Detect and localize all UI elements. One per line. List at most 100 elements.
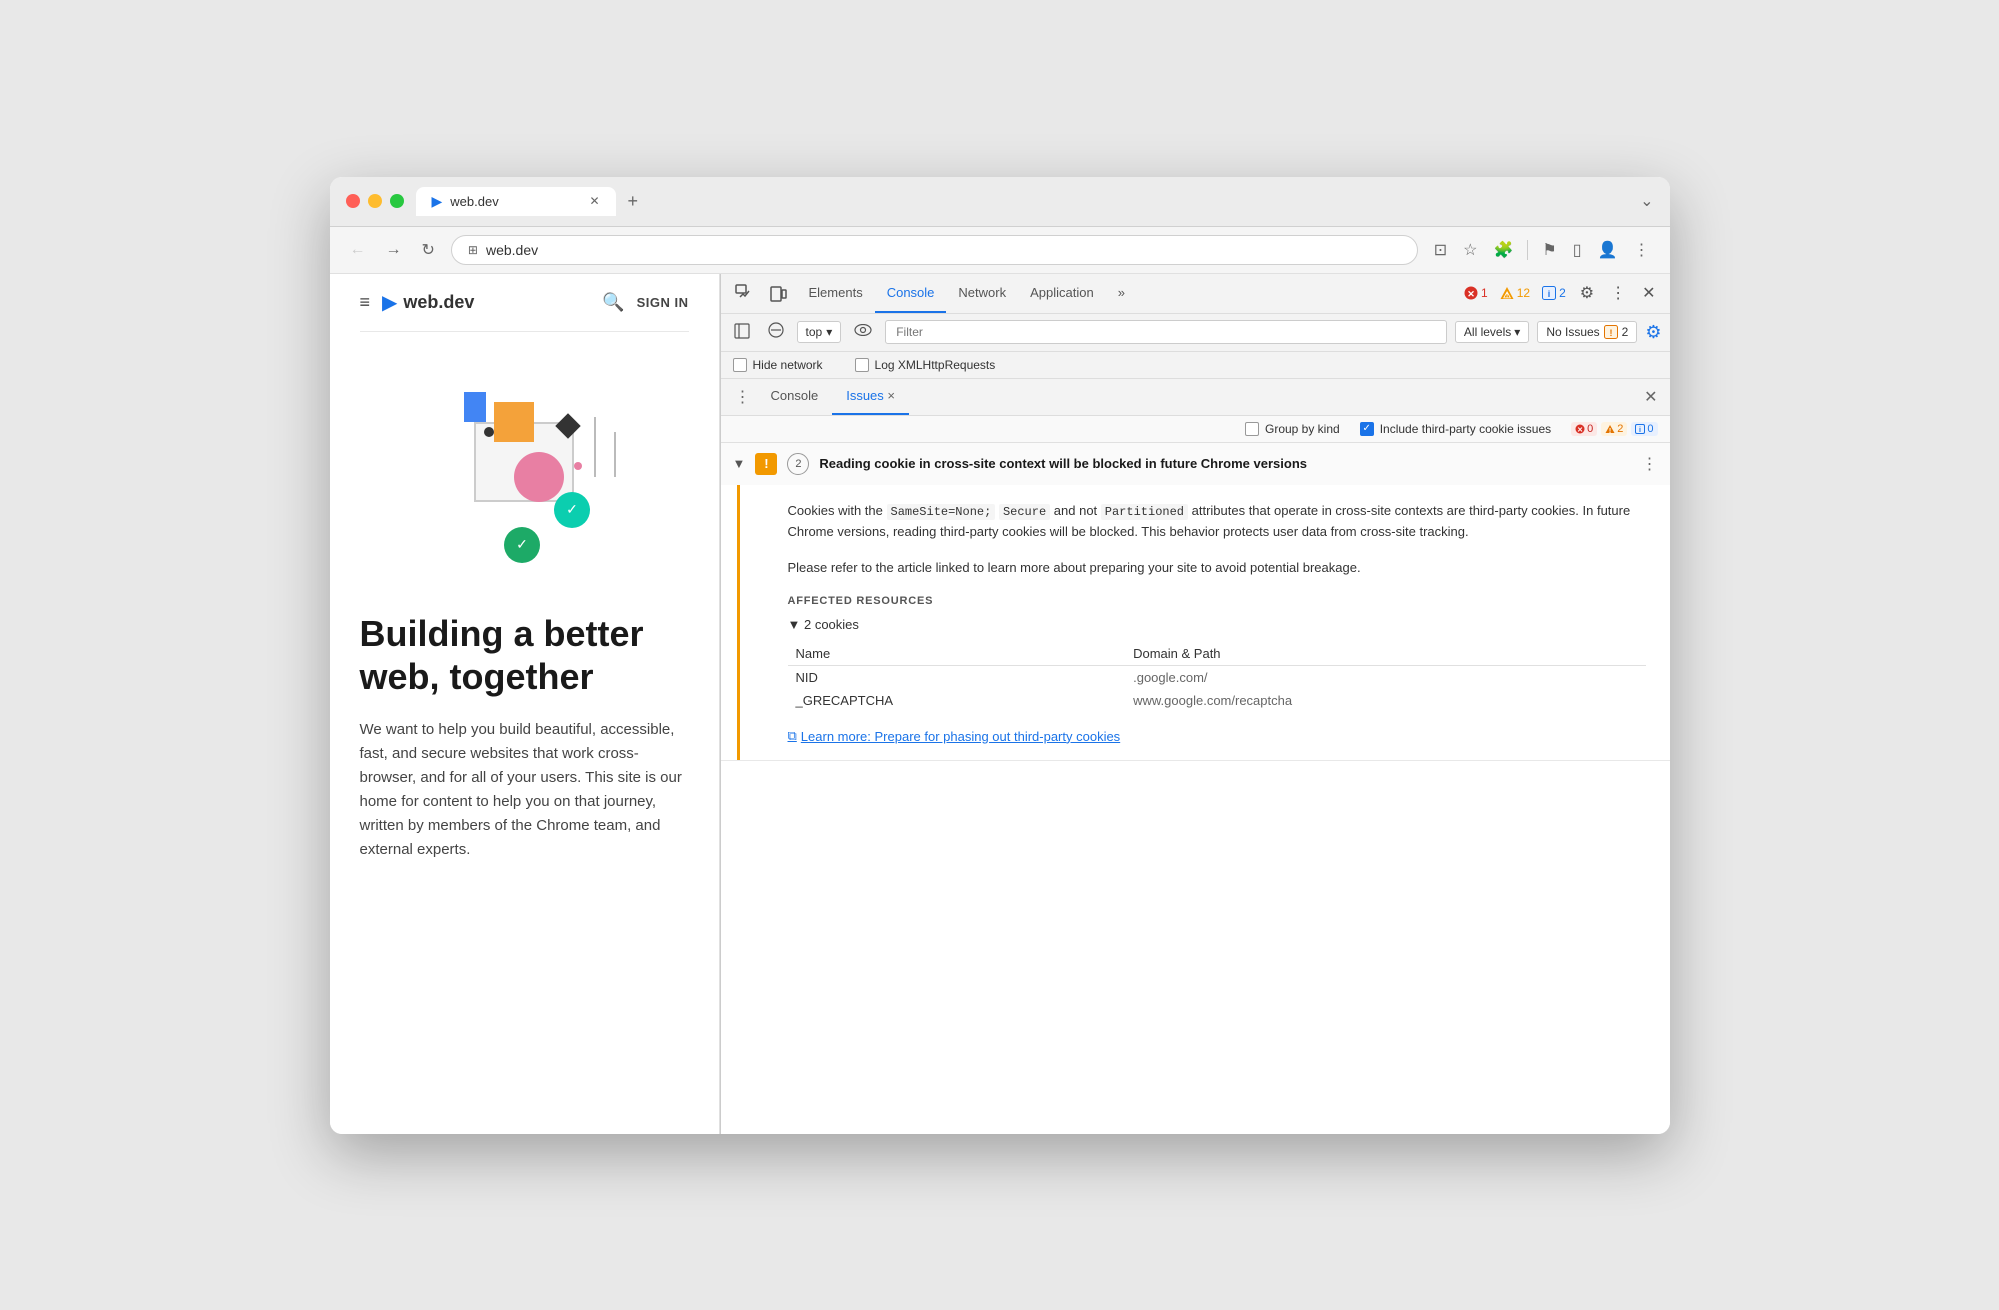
illus-dot-pink <box>574 462 582 470</box>
cookies-table: Name Domain & Path NID .google.com/ _GRE… <box>788 642 1646 712</box>
cookie-row-nid: NID .google.com/ <box>788 666 1646 690</box>
issues-issues-tab[interactable]: Issues × <box>832 379 909 415</box>
logo-icon: ▶ <box>382 290 397 315</box>
sign-in-button[interactable]: SIGN IN <box>637 295 689 310</box>
learn-more-link[interactable]: ⧉ Learn more: Prepare for phasing out th… <box>788 728 1646 744</box>
devtools-close-icon[interactable]: ✕ <box>1636 279 1661 307</box>
close-button[interactable] <box>346 194 360 208</box>
issues-counter[interactable]: No Issues ! 2 <box>1537 321 1637 343</box>
console-settings-icon[interactable]: ⚙ <box>1645 322 1661 343</box>
illus-orange-square <box>494 402 534 442</box>
console-clear-icon[interactable] <box>763 319 789 345</box>
reload-button[interactable]: ↻ <box>418 236 439 264</box>
tab-close-button[interactable]: ✕ <box>589 194 599 208</box>
performance-icon[interactable]: ⚑ <box>1538 236 1560 264</box>
devtools-settings-icon[interactable]: ⚙ <box>1574 279 1600 307</box>
new-tab-button[interactable]: + <box>620 189 647 214</box>
forward-button[interactable]: → <box>382 237 406 263</box>
code-secure: Secure <box>999 504 1050 520</box>
devtools-panel: Elements Console Network Application » <box>720 274 1670 1134</box>
cookie-grecaptcha-name: _GRECAPTCHA <box>788 689 1126 712</box>
issue-entry: ▼ ! 2 Reading cookie in cross-site conte… <box>721 443 1670 762</box>
live-expressions-icon[interactable] <box>849 320 877 344</box>
address-bar[interactable]: ⊞ web.dev <box>451 235 1418 265</box>
tab-more[interactable]: » <box>1106 273 1137 313</box>
illus-dot-black <box>484 427 494 437</box>
issue-expand-arrow[interactable]: ▼ <box>733 456 746 471</box>
context-selector[interactable]: top ▾ <box>797 321 842 343</box>
profile-icon[interactable]: 👤 <box>1594 236 1622 264</box>
navigation-bar: ← → ↻ ⊞ web.dev ⊡ ☆ 🧩 ⚑ ▯ 👤 ⋮ <box>330 227 1670 274</box>
warning-badge[interactable]: ⚠ 12 <box>1496 284 1534 302</box>
site-logo[interactable]: ▶ web.dev <box>382 290 474 315</box>
illus-green-circle: ✓ <box>504 527 540 563</box>
issue-count-badge: 2 <box>787 453 809 475</box>
issue-warning-icon: ! <box>755 453 777 475</box>
cast-icon[interactable]: ⊡ <box>1430 236 1451 264</box>
cookie-nid-domain: .google.com/ <box>1125 666 1645 690</box>
device-toggle-icon[interactable] <box>763 280 793 306</box>
error-mini-badge: ✕ 0 <box>1571 422 1597 436</box>
include-third-party-checkbox[interactable]: ✓ Include third-party cookie issues <box>1360 422 1551 436</box>
browser-menu-icon[interactable]: ⋮ <box>1630 236 1654 264</box>
log-levels-selector[interactable]: All levels ▾ <box>1455 321 1529 343</box>
bookmark-icon[interactable]: ☆ <box>1459 236 1481 264</box>
nav-actions: ⊡ ☆ 🧩 ⚑ ▯ 👤 ⋮ <box>1430 236 1654 264</box>
log-xmlhttprequests-checkbox[interactable]: Log XMLHttpRequests <box>855 358 996 372</box>
active-tab[interactable]: ▶ web.dev ✕ <box>416 187 616 216</box>
error-badge[interactable]: ✕ 1 <box>1460 284 1492 302</box>
tab-network[interactable]: Network <box>946 273 1018 313</box>
tab-elements[interactable]: Elements <box>797 273 875 313</box>
group-by-kind-checkbox[interactable]: Group by kind <box>1245 422 1340 436</box>
log-xml-checkbox-input[interactable] <box>855 358 869 372</box>
issue-description: Cookies with the SameSite=None; Secure a… <box>788 501 1646 543</box>
issues-mini-badges: ✕ 0 ! 2 i 0 <box>1571 422 1657 436</box>
include-third-party-input[interactable]: ✓ <box>1360 422 1374 436</box>
window-chevron[interactable]: ⌄ <box>1640 191 1653 211</box>
code-samesite: SameSite=None; <box>887 504 996 520</box>
hide-network-checkbox-input[interactable] <box>733 358 747 372</box>
info-mini-badge: i 0 <box>1631 422 1657 436</box>
extensions-icon[interactable]: 🧩 <box>1490 236 1518 264</box>
devtools-more-icon[interactable]: ⋮ <box>1604 279 1632 307</box>
console-sidebar-icon[interactable] <box>729 320 755 345</box>
cookie-nid-name: NID <box>788 666 1126 690</box>
console-filter-input[interactable] <box>885 320 1447 344</box>
hamburger-menu[interactable]: ≡ <box>360 292 371 313</box>
tab-application[interactable]: Application <box>1018 273 1106 313</box>
minimize-button[interactable] <box>368 194 382 208</box>
svg-text:i: i <box>1548 289 1551 299</box>
illus-line-v2 <box>614 432 616 477</box>
cookies-toggle[interactable]: ▼ 2 cookies <box>788 617 1646 632</box>
main-area: ≡ ▶ web.dev 🔍 SIGN IN ✓ ✓ <box>330 274 1670 1134</box>
sidebar-toggle-icon[interactable]: ▯ <box>1569 236 1586 264</box>
tab-console[interactable]: Console <box>875 273 947 313</box>
svg-text:!: ! <box>1609 428 1611 434</box>
illus-teal-circle: ✓ <box>554 492 590 528</box>
issue-body: Cookies with the SameSite=None; Secure a… <box>737 485 1670 761</box>
info-badge[interactable]: i 2 <box>1538 284 1570 302</box>
svg-text:!: ! <box>1609 328 1612 338</box>
issue-more-icon[interactable]: ⋮ <box>1642 454 1658 474</box>
warning-mini-badge: ! 2 <box>1601 422 1627 436</box>
issues-more-icon[interactable]: ⋮ <box>729 379 757 415</box>
col-name-header: Name <box>788 642 1126 666</box>
svg-text:✕: ✕ <box>1467 289 1475 299</box>
tab-favicon: ▶ <box>432 193 443 210</box>
issues-tabbar: ⋮ Console Issues × ✕ <box>721 379 1670 416</box>
divider <box>1527 240 1528 260</box>
address-text: web.dev <box>486 242 538 258</box>
issues-panel-close-icon[interactable]: ✕ <box>1640 383 1661 411</box>
maximize-button[interactable] <box>390 194 404 208</box>
back-button[interactable]: ← <box>346 237 370 263</box>
hide-network-checkbox[interactable]: Hide network <box>733 358 823 372</box>
inspect-element-icon[interactable] <box>729 280 759 306</box>
issue-description-2: Please refer to the article linked to le… <box>788 558 1646 579</box>
issues-console-tab[interactable]: Console <box>757 379 833 415</box>
cookie-row-grecaptcha: _GRECAPTCHA www.google.com/recaptcha <box>788 689 1646 712</box>
issue-header[interactable]: ▼ ! 2 Reading cookie in cross-site conte… <box>721 443 1670 485</box>
page-search-icon[interactable]: 🔍 <box>602 292 624 313</box>
cookie-grecaptcha-domain: www.google.com/recaptcha <box>1125 689 1645 712</box>
group-by-kind-input[interactable] <box>1245 422 1259 436</box>
svg-text:i: i <box>1639 427 1641 434</box>
